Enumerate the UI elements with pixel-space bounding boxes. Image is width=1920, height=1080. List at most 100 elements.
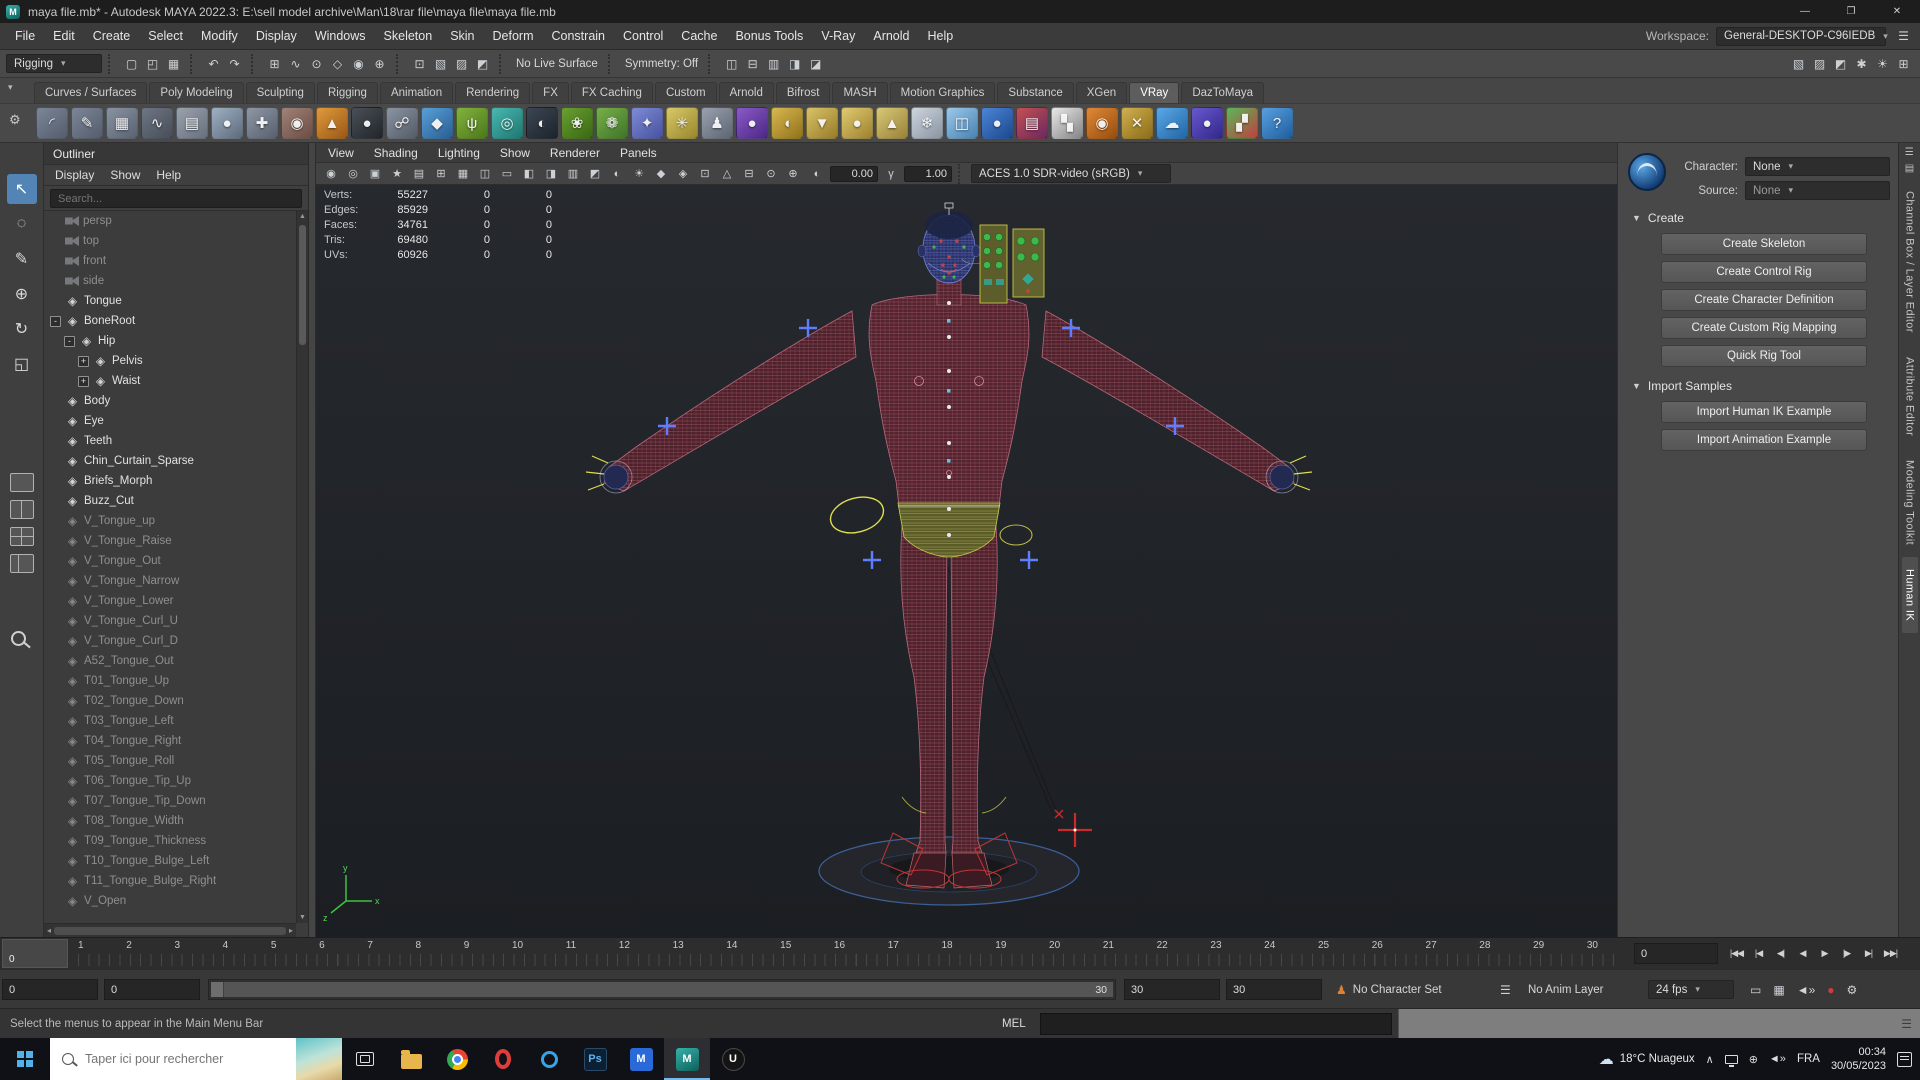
- separator[interactable]: [396, 54, 403, 74]
- window-control-button[interactable]: —: [1782, 0, 1828, 23]
- script-editor-icon[interactable]: ☰: [1901, 1017, 1912, 1031]
- start-button[interactable]: [0, 1038, 50, 1080]
- scroll-left-arrow[interactable]: ◂: [47, 926, 51, 935]
- playback-button[interactable]: ▶▶|: [1880, 941, 1901, 966]
- exposure-icon[interactable]: ◐: [806, 165, 828, 183]
- shelf-tool-icon[interactable]: ✎: [71, 107, 103, 139]
- viewport-toolbar-icon[interactable]: ◨: [540, 165, 562, 183]
- anim-layer-menu[interactable]: No Anim Layer: [1528, 970, 1603, 1009]
- status-icon[interactable]: ▨: [451, 54, 472, 74]
- display-tray-icon[interactable]: [1725, 1055, 1738, 1064]
- menu-item[interactable]: Skin: [441, 23, 483, 49]
- viewport-toolbar-icon[interactable]: ◧: [518, 165, 540, 183]
- outliner-item[interactable]: T01_Tongue_Up: [44, 671, 296, 691]
- menu-item[interactable]: Bonus Tools: [726, 23, 812, 49]
- language-indicator[interactable]: FRA: [1797, 1053, 1820, 1065]
- hik-action-button[interactable]: Create Control Rig: [1661, 261, 1867, 283]
- shelf-tab[interactable]: Substance: [997, 82, 1073, 103]
- outliner-menu-item[interactable]: Show: [110, 168, 140, 182]
- outliner-item[interactable]: Buzz_Cut: [44, 491, 296, 511]
- shelf-tool-icon[interactable]: ◆: [421, 107, 453, 139]
- outliner-item[interactable]: T10_Tongue_Bulge_Left: [44, 851, 296, 871]
- hik-action-button[interactable]: Create Custom Rig Mapping: [1661, 317, 1867, 339]
- tool-button[interactable]: ✎: [7, 244, 37, 274]
- window-control-button[interactable]: ✕: [1874, 0, 1920, 23]
- shelf-tool-icon[interactable]: ☍: [386, 107, 418, 139]
- shelf-tool-icon[interactable]: ◫: [946, 107, 978, 139]
- layout-button[interactable]: [10, 554, 34, 573]
- taskbar-app-button[interactable]: M: [664, 1038, 710, 1080]
- outliner-item[interactable]: - Hip: [44, 331, 296, 351]
- outliner-item[interactable]: T11_Tongue_Bulge_Right: [44, 871, 296, 891]
- scroll-down-arrow[interactable]: ▼: [297, 914, 308, 921]
- exposure-field[interactable]: 0.00: [830, 166, 878, 182]
- taskbar-search[interactable]: [50, 1038, 342, 1080]
- status-icon[interactable]: ↷: [224, 54, 245, 74]
- shelf-tool-icon[interactable]: ▤: [1016, 107, 1048, 139]
- playback-button[interactable]: ◀: [1792, 941, 1813, 966]
- character-dropdown[interactable]: None: [1745, 157, 1890, 176]
- menu-item[interactable]: File: [6, 23, 44, 49]
- shelf-tab[interactable]: Sculpting: [246, 82, 315, 103]
- shelf-tool-icon[interactable]: ◎: [491, 107, 523, 139]
- menu-item[interactable]: Display: [247, 23, 306, 49]
- clock-widget[interactable]: 00:34 30/05/2023: [1831, 1045, 1886, 1074]
- viewport-canvas[interactable]: y x z Verts: 55227 0 0 Edges: 85929 0: [316, 185, 1617, 937]
- shelf-tab[interactable]: Rendering: [455, 82, 530, 103]
- shelf-tab[interactable]: VRay: [1129, 82, 1179, 103]
- tool-button[interactable]: ◱: [7, 349, 37, 379]
- shelf-tool-icon[interactable]: ●: [841, 107, 873, 139]
- shelf-tool-icon[interactable]: ❀: [561, 107, 593, 139]
- panel-divider[interactable]: [309, 143, 316, 937]
- outliner-item[interactable]: T05_Tongue_Roll: [44, 751, 296, 771]
- viewport-toolbar-icon[interactable]: ▣: [364, 165, 386, 183]
- outliner-horizontal-scrollbar[interactable]: ◂ ▸: [44, 923, 296, 937]
- expander-toggle[interactable]: +: [78, 356, 89, 367]
- viewport-toolbar-icon[interactable]: ◈: [672, 165, 694, 183]
- status-icon[interactable]: ↶: [203, 54, 224, 74]
- shelf-tool-icon[interactable]: ✦: [631, 107, 663, 139]
- outliner-search-input[interactable]: [50, 189, 302, 208]
- status-icon[interactable]: ✱: [1851, 54, 1872, 74]
- viewport-toolbar-icon[interactable]: ⊡: [694, 165, 716, 183]
- mel-toggle[interactable]: MEL: [1002, 1009, 1026, 1039]
- layout-button[interactable]: [10, 500, 34, 519]
- outliner-title[interactable]: Outliner: [44, 143, 308, 165]
- tool-button[interactable]: ↖: [7, 174, 37, 204]
- separator[interactable]: [251, 54, 258, 74]
- taskbar-app-button[interactable]: [388, 1038, 434, 1080]
- floating-control-panels[interactable]: [962, 225, 1044, 303]
- source-dropdown[interactable]: None: [1745, 181, 1890, 200]
- status-icon[interactable]: ⊙: [306, 54, 327, 74]
- status-icon[interactable]: ▧: [430, 54, 451, 74]
- viewport-toolbar-icon[interactable]: ▦: [452, 165, 474, 183]
- outliner-item[interactable]: side: [44, 271, 296, 291]
- tool-button[interactable]: ◌: [7, 209, 37, 239]
- viewport-menu-item[interactable]: Panels: [620, 146, 657, 160]
- shelf-tool-icon[interactable]: ●: [981, 107, 1013, 139]
- menu-item[interactable]: V-Ray: [812, 23, 864, 49]
- outliner-item[interactable]: V_Open: [44, 891, 296, 911]
- separator[interactable]: [499, 54, 506, 74]
- shelf-tab[interactable]: FX: [532, 82, 569, 103]
- shelf-tab[interactable]: Motion Graphics: [890, 82, 996, 103]
- create-section-header[interactable]: ▼ Create: [1632, 211, 1684, 225]
- viewport-toolbar-icon[interactable]: ▤: [408, 165, 430, 183]
- shelf-tab[interactable]: FX Caching: [571, 82, 653, 103]
- outliner-item[interactable]: T02_Tongue_Down: [44, 691, 296, 711]
- mel-command-input[interactable]: [1040, 1013, 1392, 1035]
- shelf-tab[interactable]: Poly Modeling: [149, 82, 243, 103]
- status-icon[interactable]: ▢: [121, 54, 142, 74]
- status-icon[interactable]: ◩: [472, 54, 493, 74]
- shelf-tool-icon[interactable]: ◜: [36, 107, 68, 139]
- shelf-tool-icon[interactable]: ▞: [1226, 107, 1258, 139]
- outliner-item[interactable]: Eye: [44, 411, 296, 431]
- workspace-dropdown[interactable]: General-DESKTOP-C96IEDB: [1716, 27, 1886, 46]
- outliner-item[interactable]: T08_Tongue_Width: [44, 811, 296, 831]
- shelf-tab[interactable]: Animation: [380, 82, 453, 103]
- shelf-tool-icon[interactable]: ●: [351, 107, 383, 139]
- animation-end-field[interactable]: 30: [1226, 979, 1322, 1000]
- red-locator[interactable]: [1055, 810, 1092, 847]
- shelf-tool-icon[interactable]: ▦: [106, 107, 138, 139]
- zoom-layout-icon[interactable]: [11, 631, 26, 646]
